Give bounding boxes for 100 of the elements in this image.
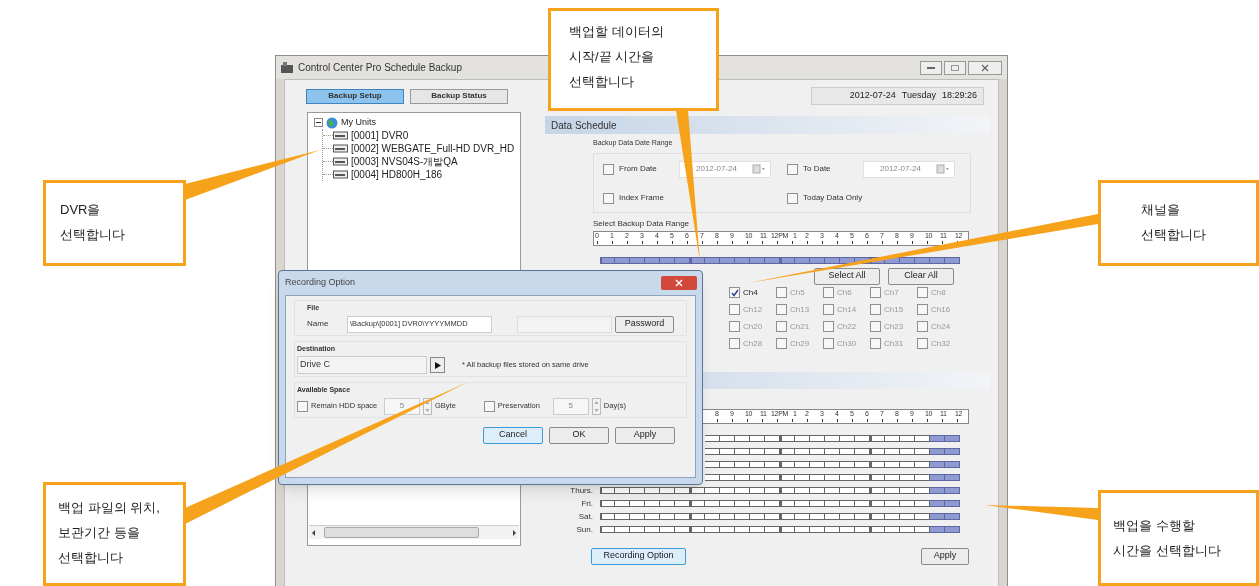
drive-field[interactable]: Drive C: [297, 356, 427, 374]
time-slot[interactable]: [900, 486, 915, 494]
time-slot[interactable]: [765, 486, 780, 494]
time-slot[interactable]: [915, 525, 930, 533]
time-slot[interactable]: [705, 486, 720, 494]
time-slot[interactable]: [750, 434, 765, 442]
time-slot[interactable]: [705, 434, 720, 442]
time-slot[interactable]: [750, 460, 765, 468]
time-slot[interactable]: [615, 486, 630, 494]
time-slot[interactable]: [615, 512, 630, 520]
checkbox[interactable]: [823, 338, 834, 349]
time-slot[interactable]: [705, 447, 720, 455]
checkbox[interactable]: [870, 338, 881, 349]
time-slot[interactable]: [705, 460, 720, 468]
checkbox[interactable]: [823, 304, 834, 315]
time-slot[interactable]: [810, 512, 825, 520]
time-slot[interactable]: [765, 512, 780, 520]
time-slot[interactable]: [825, 486, 840, 494]
time-slot[interactable]: [855, 434, 870, 442]
time-slot[interactable]: [810, 256, 825, 264]
time-slot[interactable]: [735, 473, 750, 481]
time-slot[interactable]: [855, 525, 870, 533]
time-slot[interactable]: [780, 447, 795, 455]
checkbox[interactable]: [603, 163, 614, 175]
checkbox[interactable]: [776, 287, 787, 298]
time-slot[interactable]: [720, 460, 735, 468]
button[interactable]: Recording Option: [591, 547, 686, 565]
time-slot[interactable]: [915, 460, 930, 468]
tree-item[interactable]: [0001] DVR0: [351, 128, 409, 143]
time-slot[interactable]: [945, 473, 960, 481]
time-slot[interactable]: [720, 525, 735, 533]
time-slot[interactable]: [945, 499, 960, 507]
collapse-toggle[interactable]: [314, 118, 323, 127]
horizontal-scrollbar[interactable]: [309, 525, 519, 539]
time-slot[interactable]: [930, 256, 945, 264]
time-slot[interactable]: [720, 434, 735, 442]
time-slot[interactable]: [750, 447, 765, 455]
time-slot[interactable]: [795, 460, 810, 468]
close-button[interactable]: [968, 60, 1002, 75]
time-slot[interactable]: [900, 499, 915, 507]
time-slot[interactable]: [840, 486, 855, 494]
time-slot[interactable]: [720, 256, 735, 264]
tree-root-label[interactable]: My Units: [341, 115, 376, 130]
time-slot[interactable]: [930, 499, 945, 507]
time-slot[interactable]: [705, 256, 720, 264]
time-slot[interactable]: [825, 460, 840, 468]
time-slot[interactable]: [780, 512, 795, 520]
time-slot[interactable]: [930, 525, 945, 533]
time-slot[interactable]: [900, 256, 915, 264]
time-slot[interactable]: [750, 256, 765, 264]
time-slot[interactable]: [885, 499, 900, 507]
time-slot[interactable]: [795, 473, 810, 481]
time-slot[interactable]: [870, 486, 885, 494]
time-slot[interactable]: [795, 499, 810, 507]
scroll-thumb[interactable]: [324, 527, 479, 538]
time-slot[interactable]: [645, 499, 660, 507]
time-slot[interactable]: [870, 447, 885, 455]
time-slot[interactable]: [660, 256, 675, 264]
tree-item[interactable]: [0002] WEBGATE_Full-HD DVR_HD: [351, 141, 515, 156]
time-slot[interactable]: [855, 486, 870, 494]
checkbox[interactable]: [917, 287, 928, 298]
time-slot[interactable]: [675, 256, 690, 264]
time-slot[interactable]: [675, 525, 690, 533]
time-slot[interactable]: [810, 447, 825, 455]
time-slot[interactable]: [825, 434, 840, 442]
to-date-field[interactable]: 2012-07-24: [863, 160, 955, 178]
time-slot[interactable]: [780, 486, 795, 494]
time-slot[interactable]: [840, 434, 855, 442]
time-slot[interactable]: [900, 525, 915, 533]
time-slot[interactable]: [900, 434, 915, 442]
time-slot[interactable]: [840, 499, 855, 507]
time-slot[interactable]: [945, 256, 960, 264]
time-slot[interactable]: [645, 256, 660, 264]
time-slot[interactable]: [945, 460, 960, 468]
time-slot[interactable]: [660, 512, 675, 520]
checkbox[interactable]: [776, 338, 787, 349]
time-slot[interactable]: [720, 473, 735, 481]
time-slot[interactable]: [735, 447, 750, 455]
time-slot[interactable]: [660, 499, 675, 507]
time-slot[interactable]: [945, 525, 960, 533]
time-slot[interactable]: [660, 525, 675, 533]
time-slot[interactable]: [915, 486, 930, 494]
time-slot[interactable]: [825, 473, 840, 481]
time-slot[interactable]: [930, 486, 945, 494]
time-slot[interactable]: [615, 256, 630, 264]
time-slot[interactable]: [825, 256, 840, 264]
time-slot[interactable]: [765, 525, 780, 533]
time-slot[interactable]: [705, 512, 720, 520]
time-slot[interactable]: [810, 486, 825, 494]
time-slot[interactable]: [885, 486, 900, 494]
time-slot[interactable]: [810, 525, 825, 533]
time-slot[interactable]: [780, 256, 795, 264]
tree-item[interactable]: [0004] HD800H_186: [351, 167, 443, 182]
time-slot[interactable]: [840, 447, 855, 455]
time-slot[interactable]: [630, 499, 645, 507]
time-slot[interactable]: [855, 447, 870, 455]
checkbox[interactable]: [823, 321, 834, 332]
time-slot[interactable]: [795, 525, 810, 533]
time-slot[interactable]: [810, 434, 825, 442]
time-slot[interactable]: [765, 434, 780, 442]
